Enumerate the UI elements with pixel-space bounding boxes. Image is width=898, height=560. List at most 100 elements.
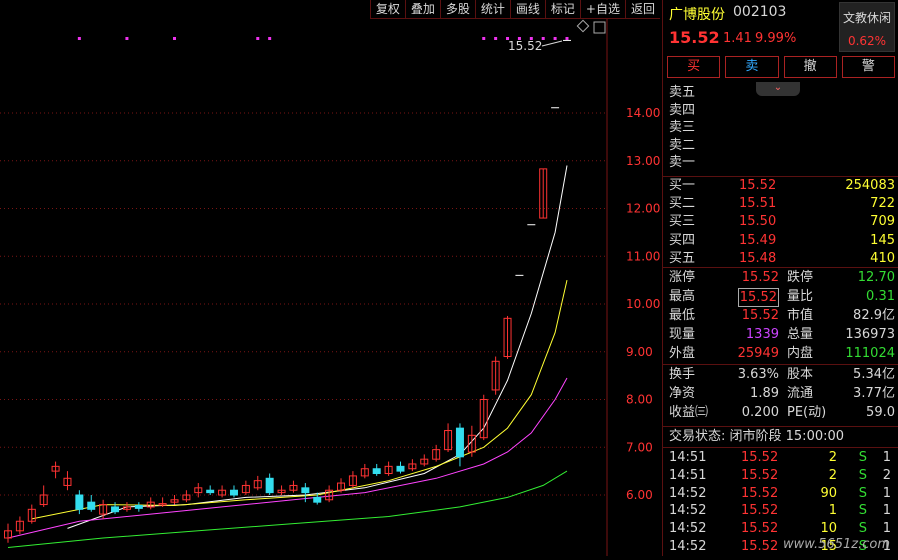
stat-value: 59.0 bbox=[866, 405, 895, 420]
divider bbox=[663, 364, 898, 365]
quote-panel: 广博股份 002103 15.52 1.41 9.99% 文教休闲 0.62% … bbox=[662, 0, 898, 556]
window-icon bbox=[593, 21, 606, 34]
divider bbox=[663, 447, 898, 448]
signal-marker bbox=[553, 37, 557, 40]
price-axis-label: 10.00 bbox=[626, 297, 660, 311]
tick-volume: 2 bbox=[828, 467, 837, 483]
ask-row[interactable]: 卖一 bbox=[669, 154, 895, 171]
level-volume: 410 bbox=[870, 250, 895, 266]
candle-body bbox=[206, 489, 215, 494]
stat-label: 涨停 bbox=[669, 270, 696, 285]
price-axis-label: 7.00 bbox=[626, 440, 653, 454]
buy-button[interactable]: 买 bbox=[667, 56, 721, 78]
candle-body bbox=[134, 505, 143, 509]
price-change-pct: 9.99% bbox=[755, 31, 797, 46]
bid-row[interactable]: 买四 15.49 145 bbox=[669, 232, 895, 249]
bid-row[interactable]: 买二 15.51 722 bbox=[669, 195, 895, 212]
tick-volume: 2 bbox=[828, 450, 837, 465]
ask-row[interactable]: 卖三 bbox=[669, 119, 895, 136]
level-label: 卖四 bbox=[669, 102, 696, 118]
level-label: 买一 bbox=[669, 178, 696, 193]
signal-marker bbox=[494, 37, 498, 40]
bid-row[interactable]: 买一 15.52 254083 bbox=[669, 177, 895, 194]
ask-row[interactable]: 卖四 bbox=[669, 102, 895, 119]
level-volume: 722 bbox=[870, 196, 895, 212]
candle-body bbox=[111, 506, 120, 513]
tick-count: 1 bbox=[882, 521, 891, 537]
stat-row: 净资 1.89 流通 3.77亿 bbox=[669, 385, 895, 402]
toolbar-item[interactable]: 统计 bbox=[474, 0, 510, 18]
stat-row: 换手 3.63% 股本 5.34亿 bbox=[669, 366, 895, 383]
bid-row[interactable]: 买五 15.48 410 bbox=[669, 250, 895, 267]
tick-side: S bbox=[858, 503, 867, 519]
toolbar-item[interactable]: +自选 bbox=[579, 0, 625, 18]
level-label: 卖一 bbox=[669, 155, 696, 170]
stat-row: 最低 15.52 市值 82.9亿 bbox=[669, 307, 895, 324]
toolbar-item[interactable]: 画线 bbox=[509, 0, 545, 18]
cancel-button[interactable]: 撤 bbox=[783, 56, 837, 78]
tick-volume: 10 bbox=[820, 521, 837, 537]
tick-row: 14:51 15.52 2 S 1 bbox=[669, 449, 895, 466]
level-price: 15.48 bbox=[739, 250, 777, 266]
tick-price: 15.52 bbox=[741, 521, 779, 537]
price-axis-label: 6.00 bbox=[626, 488, 653, 502]
candle-body bbox=[372, 468, 381, 475]
toolbar-item[interactable]: 多股 bbox=[439, 0, 475, 18]
bid-row[interactable]: 买三 15.50 709 bbox=[669, 213, 895, 230]
alert-button[interactable]: 警 bbox=[841, 56, 895, 78]
moving-average-line bbox=[7, 377, 568, 539]
stat-value: 1.89 bbox=[750, 386, 779, 401]
trade-status: 交易状态: 闭市阶段 15:00:00 bbox=[669, 428, 895, 445]
stat-value: 111024 bbox=[845, 346, 895, 361]
tick-count: 1 bbox=[882, 503, 891, 519]
stat-label: 总量 bbox=[787, 327, 814, 342]
sector-box[interactable]: 文教休闲 0.62% bbox=[839, 2, 895, 52]
stat-label: 股本 bbox=[787, 367, 814, 382]
tick-price: 15.52 bbox=[741, 467, 779, 483]
kline-svg[interactable]: 14.00 13.00 12.00 11.00 10.00 9.00 8.00 7.00 6.0… bbox=[0, 0, 661, 556]
kline-chart[interactable]: 14.00 13.00 12.00 11.00 10.00 9.00 8.00 7.00 6.0… bbox=[0, 0, 661, 556]
tick-side: S bbox=[858, 521, 867, 537]
toolbar-item[interactable]: 标记 bbox=[544, 0, 580, 18]
toolbar-item[interactable]: 复权 bbox=[369, 0, 405, 18]
stat-value: 15.52 bbox=[741, 270, 779, 285]
level-price: 15.52 bbox=[739, 178, 777, 193]
price-axis-label: 14.00 bbox=[626, 106, 660, 120]
moving-average-line bbox=[67, 165, 568, 529]
toolbar-item[interactable]: 返回 bbox=[624, 0, 660, 18]
level-label: 买五 bbox=[669, 250, 696, 266]
diamond-icon bbox=[576, 19, 590, 33]
stat-value: 136973 bbox=[845, 327, 895, 342]
tick-price: 15.52 bbox=[741, 450, 779, 465]
price-axis-label: 9.00 bbox=[626, 345, 653, 359]
level-volume: 145 bbox=[870, 232, 895, 248]
action-buttons: 买 卖 撤 警 bbox=[667, 56, 895, 78]
price-change: 1.41 bbox=[723, 31, 752, 46]
price-axis-label: 8.00 bbox=[626, 393, 653, 407]
candle-body bbox=[313, 496, 322, 503]
sell-button[interactable]: 卖 bbox=[725, 56, 779, 78]
high-price-annotation: 15.52 bbox=[508, 39, 542, 53]
candle-body bbox=[265, 477, 274, 494]
level-label: 买四 bbox=[669, 232, 696, 248]
stat-value: 15.52 bbox=[737, 288, 779, 307]
tick-side: S bbox=[858, 467, 867, 483]
signal-marker bbox=[256, 37, 260, 40]
ask-row[interactable]: 卖五 bbox=[669, 84, 895, 101]
price-axis-label: 11.00 bbox=[626, 249, 660, 263]
ask-row[interactable]: 卖二 bbox=[669, 137, 895, 154]
tick-price: 15.52 bbox=[741, 503, 779, 519]
tick-time: 14:52 bbox=[669, 539, 707, 554]
tick-count: 1 bbox=[882, 485, 891, 501]
trade-status-text: 交易状态: 闭市阶段 15:00:00 bbox=[669, 429, 845, 444]
toolbar-item[interactable]: 叠加 bbox=[404, 0, 440, 18]
stat-value: 25949 bbox=[737, 346, 779, 361]
divider bbox=[663, 426, 898, 427]
tick-row: 14:52 15.52 1 S 1 bbox=[669, 502, 895, 519]
candle-body bbox=[87, 501, 96, 510]
level-volume: 709 bbox=[870, 214, 895, 230]
stat-value: 3.63% bbox=[737, 367, 779, 382]
candle-body bbox=[229, 489, 238, 496]
stat-value: 12.70 bbox=[857, 270, 895, 285]
tick-time: 14:51 bbox=[669, 467, 707, 483]
